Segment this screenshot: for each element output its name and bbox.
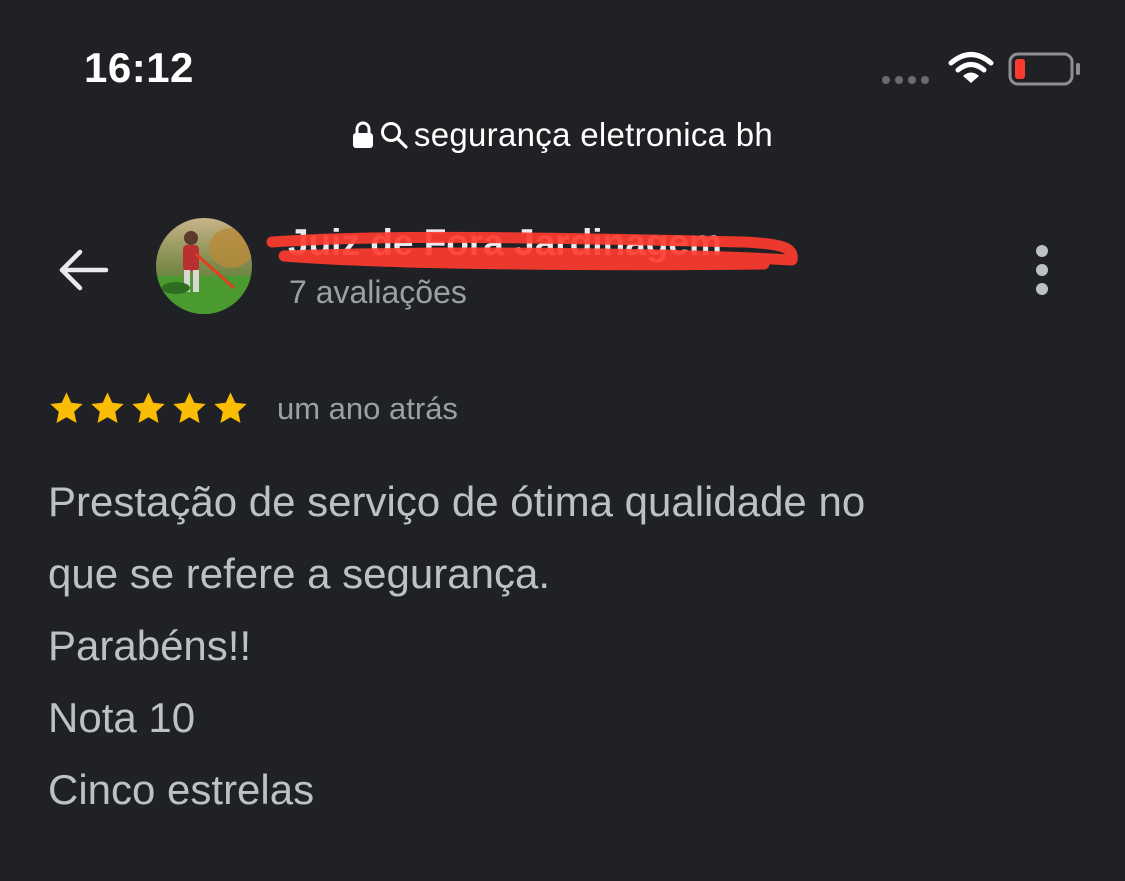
business-avatar[interactable] (156, 218, 252, 314)
review-line: Parabéns!! (48, 622, 252, 669)
review-count[interactable]: 7 avaliações (289, 274, 467, 311)
cell-signal-icon (882, 76, 929, 84)
battery-icon (1008, 52, 1080, 86)
star-icon (91, 392, 124, 423)
wifi-icon (948, 52, 994, 83)
review-line: Prestação de serviço de ótima qualidade … (48, 478, 866, 525)
search-icon (380, 122, 408, 149)
app-frame: 16:12 segurança eletronica bh Juiz de Fo… (0, 0, 1125, 881)
url-query-text: segurança eletronica bh (413, 116, 774, 153)
review-text: Prestação de serviço de ótima qualidade … (48, 466, 1078, 826)
star-icon (214, 392, 247, 423)
review-line: Cinco estrelas (48, 766, 315, 813)
star-rating (48, 390, 249, 427)
back-arrow-icon[interactable] (54, 240, 114, 300)
status-time: 16:12 (84, 44, 194, 91)
review-time-ago: um ano atrás (277, 391, 458, 426)
review-line: que se refere a segurança. (48, 550, 550, 597)
url-bar[interactable]: segurança eletronica bh (0, 116, 1125, 154)
star-icon (132, 392, 165, 423)
more-vert-icon[interactable] (1022, 240, 1062, 300)
lock-icon (352, 121, 373, 148)
review-line: Nota 10 (48, 694, 196, 741)
star-icon (50, 392, 83, 423)
star-icon (173, 392, 206, 423)
business-name[interactable]: Juiz de Fora Jardinagem (288, 222, 722, 264)
